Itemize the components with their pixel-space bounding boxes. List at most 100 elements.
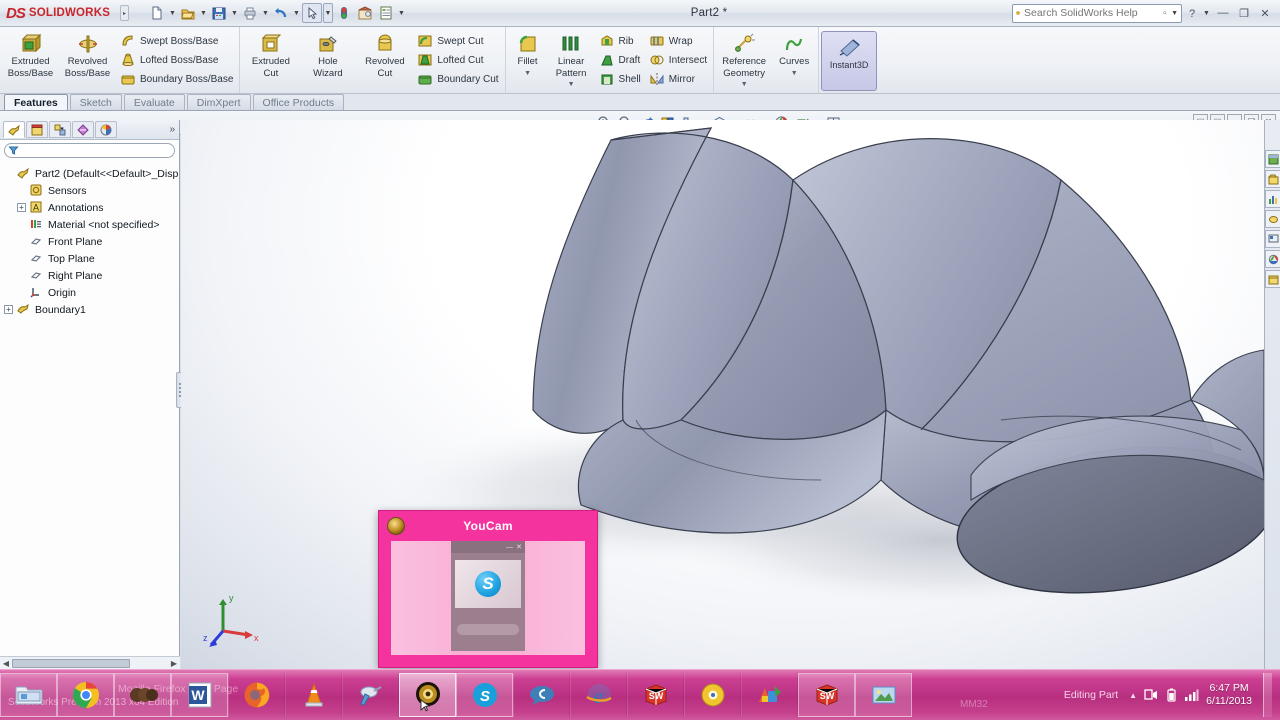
lofted-boss-base-button[interactable]: Lofted Boss/Base (116, 51, 237, 69)
tab-dimxpert[interactable]: DimXpert (186, 94, 251, 110)
graphics-viewport[interactable]: x y z (181, 120, 1264, 669)
network-icon[interactable] (1144, 688, 1159, 702)
rebuild-button[interactable] (334, 3, 354, 23)
taskbar-vlc[interactable] (285, 673, 342, 717)
save-document-caret[interactable]: ▼ (230, 10, 239, 17)
select-tool-button[interactable] (302, 3, 322, 23)
tree-expander[interactable]: + (4, 305, 13, 314)
swept-boss-base-button[interactable]: Swept Boss/Base (116, 32, 237, 50)
feature-manager-tab[interactable] (3, 121, 25, 138)
swept-cut-button[interactable]: Swept Cut (413, 32, 502, 50)
tree-item-sensors[interactable]: Sensors (4, 182, 179, 199)
curves-caret[interactable]: ▼ (772, 70, 816, 77)
dimxpert-manager-tab[interactable] (72, 121, 94, 138)
save-document-button[interactable] (209, 3, 229, 23)
search-input[interactable] (1024, 7, 1160, 19)
tree-item-boundary1[interactable]: + Boundary1 (4, 301, 179, 318)
close-window-button[interactable]: ✕ (1256, 5, 1274, 22)
options-button[interactable] (355, 3, 375, 23)
reference-geometry-caret[interactable]: ▼ (716, 81, 772, 88)
taskbar-microsoft-word[interactable]: W (171, 673, 228, 717)
undo-caret[interactable]: ▼ (292, 10, 301, 17)
tray-expand-caret[interactable]: ▲ (1129, 691, 1137, 700)
battery-icon[interactable] (1166, 688, 1177, 702)
restore-window-button[interactable]: ❐ (1235, 5, 1253, 22)
shell-button[interactable]: Shell (595, 70, 645, 88)
print-document-caret[interactable]: ▼ (261, 10, 270, 17)
boundary-surface-model[interactable] (181, 120, 1264, 669)
menu-expand-pin[interactable]: ▸ (120, 5, 129, 21)
open-document-caret[interactable]: ▼ (199, 10, 208, 17)
appearances-sphere-icon[interactable] (1265, 250, 1280, 268)
tab-evaluate[interactable]: Evaluate (123, 94, 185, 110)
tree-item-front-plane[interactable]: Front Plane (4, 233, 179, 250)
mirror-button[interactable]: Mirror (645, 70, 711, 88)
open-document-button[interactable] (178, 3, 198, 23)
new-document-caret[interactable]: ▼ (168, 10, 177, 17)
undo-button[interactable] (271, 3, 291, 23)
wrap-button[interactable]: Wrap (645, 32, 711, 50)
tree-expander[interactable]: + (17, 203, 26, 212)
feature-manager-more-tabs[interactable]: » (169, 124, 175, 135)
customize-menu-button[interactable] (376, 3, 396, 23)
youcam-action-button[interactable] (457, 624, 519, 635)
taskbar-solidworks-part2[interactable]: SW (798, 673, 855, 717)
scroll-right-arrow[interactable]: ▶ (168, 659, 180, 668)
configuration-manager-tab[interactable] (49, 121, 71, 138)
taskbar-tools-app[interactable] (342, 673, 399, 717)
lofted-cut-button[interactable]: Lofted Cut (413, 51, 502, 69)
taskbar-media-app[interactable] (114, 673, 171, 717)
feature-tree-horizontal-scrollbar[interactable]: ◀ ▶ (0, 656, 180, 669)
design-library-icon[interactable] (1265, 170, 1280, 188)
taskbar-mozilla-firefox[interactable] (228, 673, 285, 717)
view-palette-icon[interactable] (1265, 230, 1280, 248)
linear-pattern-caret[interactable]: ▼ (548, 81, 595, 88)
tree-item-right-plane[interactable]: Right Plane (4, 267, 179, 284)
display-manager-tab[interactable] (95, 121, 117, 138)
tab-office-products[interactable]: Office Products (252, 94, 345, 110)
scrollbar-thumb[interactable] (12, 658, 130, 668)
taskbar-internet-explorer[interactable]: e (570, 673, 627, 717)
customize-caret[interactable]: ▼ (397, 10, 406, 17)
help-caret[interactable]: ▼ (1202, 10, 1211, 17)
taskbar-youcam[interactable] (399, 673, 456, 717)
feature-tree-filter-input[interactable] (4, 143, 175, 158)
linear-pattern-button[interactable]: Linear Pattern ▼ (548, 29, 595, 88)
taskbar-google-chrome[interactable] (57, 673, 114, 717)
intersect-button[interactable]: Intersect (645, 51, 711, 69)
revolved-boss-base-button[interactable]: Revolved Boss/Base (59, 29, 116, 79)
tree-item-top-plane[interactable]: Top Plane (4, 250, 179, 267)
tab-features[interactable]: Features (4, 94, 68, 110)
youcam-inner-window[interactable]: — ✕ S (451, 541, 525, 651)
extruded-boss-base-button[interactable]: Extruded Boss/Base (2, 29, 59, 79)
custom-properties-icon[interactable] (1265, 270, 1280, 288)
tree-item-material[interactable]: Material <not specified> (4, 216, 179, 233)
reference-geometry-button[interactable]: Reference Geometry ▼ (716, 29, 772, 88)
search-help-box[interactable]: ? ▼ (1012, 3, 1182, 23)
solidworks-logo[interactable]: DS SOLIDWORKS (0, 5, 120, 22)
fillet-button[interactable]: Fillet ▼ (508, 29, 548, 77)
rib-button[interactable]: Rib (595, 32, 645, 50)
search-tab-icon[interactable] (1265, 210, 1280, 228)
hole-wizard-button[interactable]: Hole Wizard (299, 29, 356, 79)
curves-button[interactable]: Curves ▼ (772, 29, 816, 77)
show-desktop-button[interactable] (1263, 673, 1272, 717)
taskbar-skype[interactable]: S (456, 673, 513, 717)
volume-bars-icon[interactable] (1184, 688, 1199, 702)
taskbar-graphics-app[interactable] (741, 673, 798, 717)
scroll-left-arrow[interactable]: ◀ (0, 659, 12, 668)
minimize-icon[interactable]: — (506, 544, 513, 551)
new-document-button[interactable] (147, 3, 167, 23)
property-manager-tab[interactable] (26, 121, 48, 138)
youcam-popup-window[interactable]: YouCam — ✕ S (378, 510, 598, 668)
taskbar-disc-burner[interactable] (684, 673, 741, 717)
fillet-caret[interactable]: ▼ (508, 70, 548, 77)
close-x-icon[interactable]: ✕ (516, 544, 522, 551)
youcam-preview-area[interactable]: — ✕ S (391, 541, 585, 655)
instant3d-toggle-button[interactable]: Instant3D (821, 31, 878, 91)
sw-resources-icon[interactable] (1265, 150, 1280, 168)
taskbar-photo-viewer[interactable] (855, 673, 912, 717)
taskbar-chat-app[interactable] (513, 673, 570, 717)
revolved-cut-button[interactable]: Revolved Cut (356, 29, 413, 79)
draft-button[interactable]: Draft (595, 51, 645, 69)
